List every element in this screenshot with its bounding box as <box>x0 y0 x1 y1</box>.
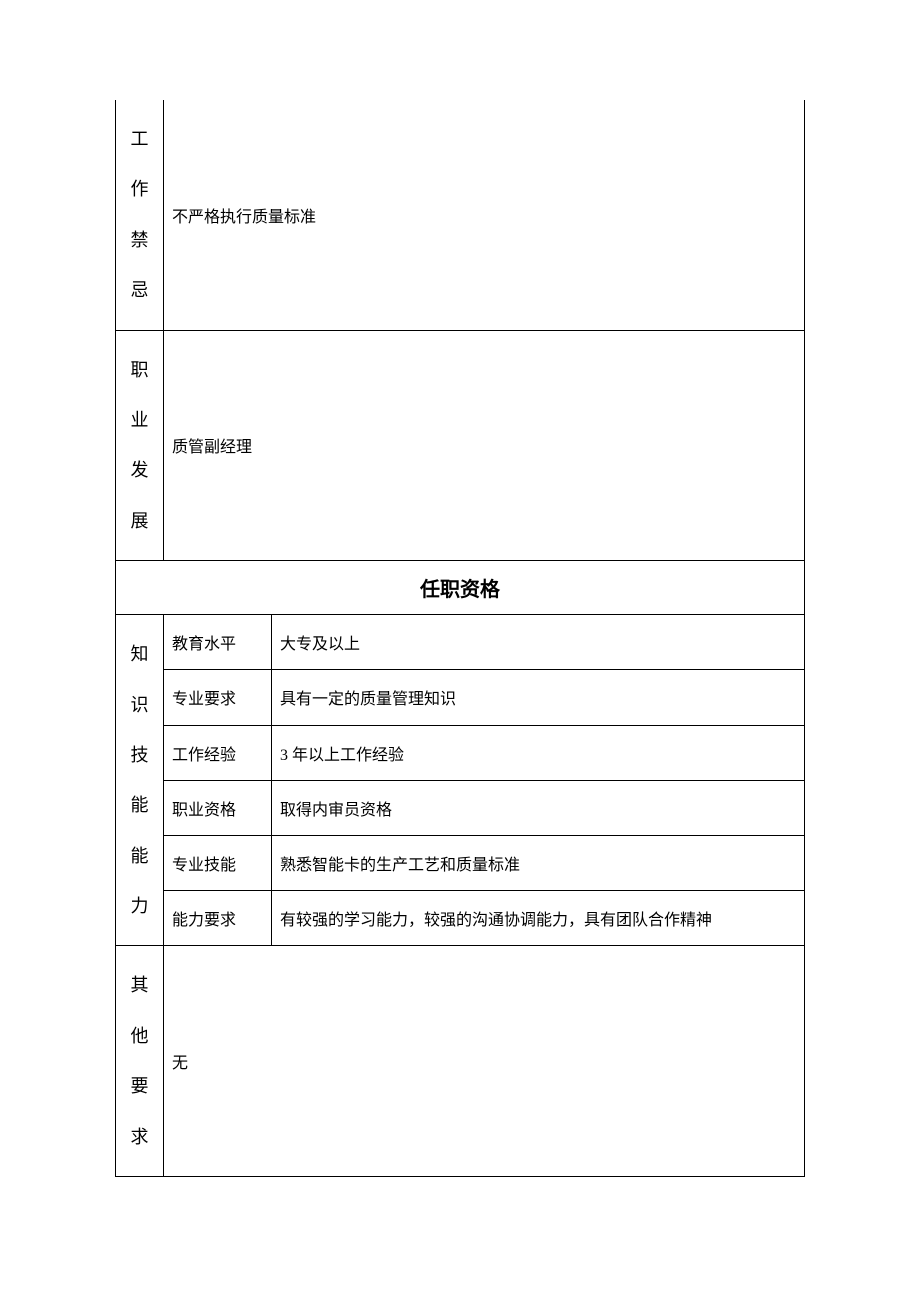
value-work-prohibition: 不严格执行质量标准 <box>164 100 805 330</box>
row-certificate: 职业资格 取得内审员资格 <box>116 780 805 835</box>
row-skill: 专业技能 熟悉智能卡的生产工艺和质量标准 <box>116 836 805 891</box>
value-education: 大专及以上 <box>272 615 805 670</box>
row-section-header: 任职资格 <box>116 561 805 615</box>
row-major: 专业要求 具有一定的质量管理知识 <box>116 670 805 725</box>
label-experience: 工作经验 <box>164 725 272 780</box>
label-education: 教育水平 <box>164 615 272 670</box>
value-experience: 3 年以上工作经验 <box>272 725 805 780</box>
qualification-table: 工作禁忌 不严格执行质量标准 职业发展 质管副经理 任职资格 知识技能能力 教育… <box>115 100 805 1177</box>
row-work-prohibition: 工作禁忌 不严格执行质量标准 <box>116 100 805 330</box>
value-career-development: 质管副经理 <box>164 330 805 561</box>
label-major: 专业要求 <box>164 670 272 725</box>
section-header: 任职资格 <box>116 561 805 615</box>
value-ability: 有较强的学习能力，较强的沟通协调能力，具有团队合作精神 <box>272 891 805 946</box>
label-other-text: 其他要求 <box>131 975 149 1146</box>
label-skill: 专业技能 <box>164 836 272 891</box>
row-career-development: 职业发展 质管副经理 <box>116 330 805 561</box>
row-experience: 工作经验 3 年以上工作经验 <box>116 725 805 780</box>
label-knowledge-group: 知识技能能力 <box>116 615 164 946</box>
label-work-prohibition-text: 工作禁忌 <box>131 129 149 300</box>
value-skill: 熟悉智能卡的生产工艺和质量标准 <box>272 836 805 891</box>
label-work-prohibition: 工作禁忌 <box>116 100 164 330</box>
label-career-development: 职业发展 <box>116 330 164 561</box>
label-other: 其他要求 <box>116 946 164 1177</box>
row-other: 其他要求 无 <box>116 946 805 1177</box>
label-certificate: 职业资格 <box>164 780 272 835</box>
value-major: 具有一定的质量管理知识 <box>272 670 805 725</box>
label-knowledge-group-text: 知识技能能力 <box>131 644 149 916</box>
row-education: 知识技能能力 教育水平 大专及以上 <box>116 615 805 670</box>
label-ability: 能力要求 <box>164 891 272 946</box>
value-certificate: 取得内审员资格 <box>272 780 805 835</box>
label-career-development-text: 职业发展 <box>131 360 149 531</box>
value-other: 无 <box>164 946 805 1177</box>
row-ability: 能力要求 有较强的学习能力，较强的沟通协调能力，具有团队合作精神 <box>116 891 805 946</box>
